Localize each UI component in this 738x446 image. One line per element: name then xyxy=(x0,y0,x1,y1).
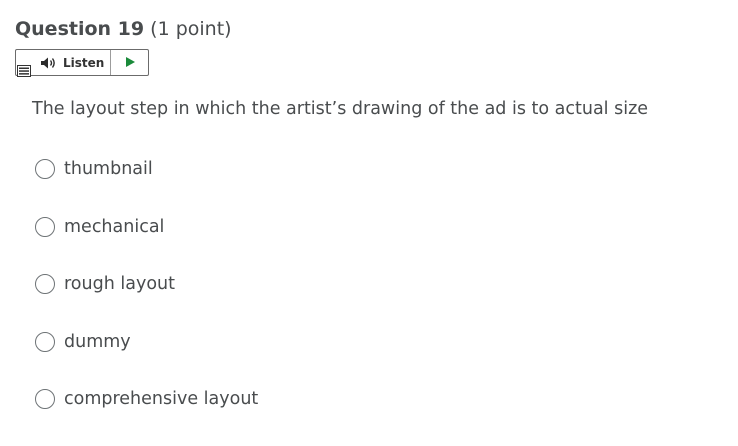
option-label: comprehensive layout xyxy=(64,389,259,409)
question-header: Question 19 (1 point) xyxy=(15,17,232,41)
option-label: dummy xyxy=(64,332,131,352)
radio-button[interactable] xyxy=(35,274,55,294)
option-dummy[interactable]: dummy xyxy=(35,331,131,353)
question-points: (1 point) xyxy=(150,18,232,40)
question-page: Question 19 (1 point) Listen The layout … xyxy=(0,0,738,446)
option-label: rough layout xyxy=(64,274,175,294)
radio-button[interactable] xyxy=(35,389,55,409)
radio-button[interactable] xyxy=(35,159,55,179)
radio-button[interactable] xyxy=(35,332,55,352)
option-label: mechanical xyxy=(64,217,165,237)
option-thumbnail[interactable]: thumbnail xyxy=(35,158,153,180)
play-button[interactable] xyxy=(111,50,148,75)
listen-label: Listen xyxy=(63,55,105,70)
menu-icon[interactable] xyxy=(17,62,31,77)
option-comprehensive-layout[interactable]: comprehensive layout xyxy=(35,388,258,410)
radio-button[interactable] xyxy=(35,217,55,237)
option-label: thumbnail xyxy=(64,159,153,179)
question-title: Question 19 xyxy=(15,18,145,40)
option-mechanical[interactable]: mechanical xyxy=(35,216,164,238)
question-text: The layout step in which the artist’s dr… xyxy=(32,99,649,119)
play-icon xyxy=(124,53,136,72)
option-rough-layout[interactable]: rough layout xyxy=(35,273,175,295)
listen-widget: Listen xyxy=(15,49,149,77)
speaker-icon xyxy=(40,56,58,70)
